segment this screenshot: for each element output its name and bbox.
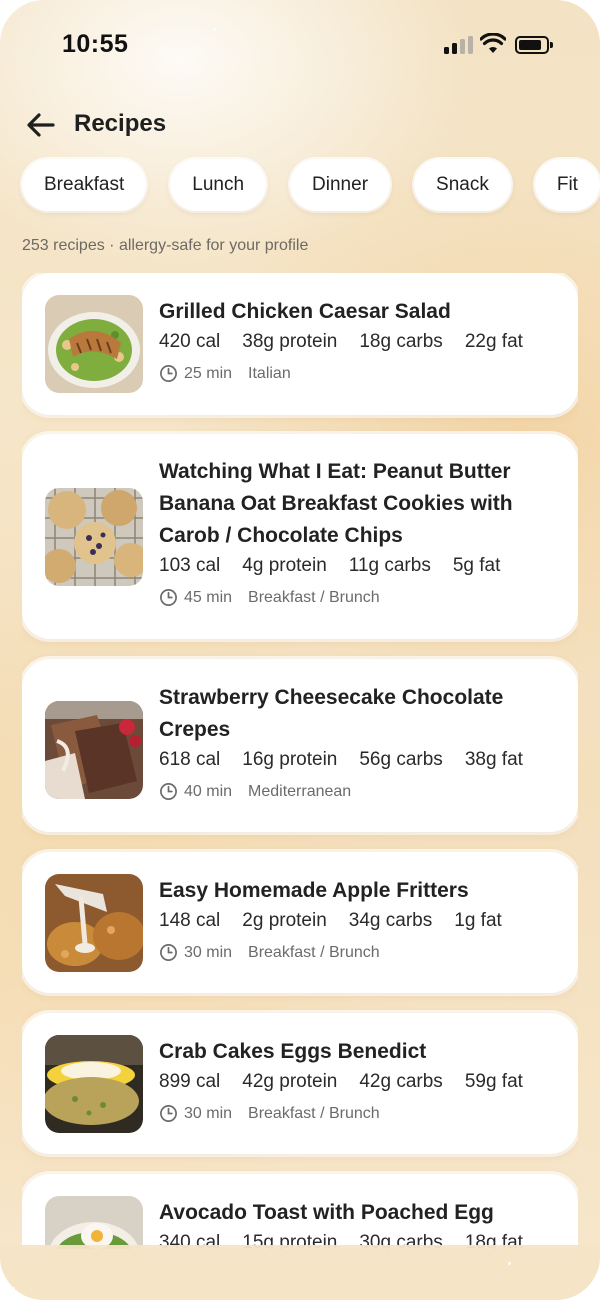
recipe-card[interactable]: Strawberry Cheesecake Chocolate Crepes 6… xyxy=(22,659,578,832)
recipe-cuisine: Breakfast / Brunch xyxy=(248,1104,380,1122)
recipe-protein: 42g protein xyxy=(242,1071,338,1092)
recipe-thumbnail xyxy=(45,701,143,799)
sparkle xyxy=(12,1287,15,1290)
recipe-macros: 899 cal 42g protein 42g carbs 59g fat xyxy=(159,1071,560,1093)
recipe-title: Easy Homemade Apple Fritters xyxy=(159,879,469,902)
recipe-fat: 59g fat xyxy=(464,1071,523,1092)
recipe-thumbnail xyxy=(45,1035,143,1133)
chip-snack[interactable]: Snack xyxy=(414,159,511,211)
recipe-fat: 1g fat xyxy=(454,910,502,931)
chip-fit[interactable]: Fit xyxy=(534,159,600,211)
back-arrow-icon[interactable] xyxy=(24,108,58,142)
recipe-cuisine: Breakfast / Brunch xyxy=(248,588,380,606)
clock-icon xyxy=(160,944,177,961)
recipe-card[interactable]: Watching What I Eat: Peanut Butter Banan… xyxy=(22,434,578,639)
recipe-thumbnail xyxy=(45,295,143,393)
recipe-meta: 45 min Breakfast / Brunch xyxy=(159,588,560,607)
recipe-meta: 25 min Italian xyxy=(159,364,560,383)
bottom-fade xyxy=(0,1245,600,1300)
recipe-calories: 148 cal xyxy=(159,910,221,931)
recipe-macros: 148 cal 2g protein 34g carbs 1g fat xyxy=(159,910,560,932)
status-time: 10:55 xyxy=(62,30,129,58)
recipe-time: 30 min xyxy=(184,1104,233,1122)
clock-icon xyxy=(160,589,177,606)
recipe-card[interactable]: Easy Homemade Apple Fritters 148 cal 2g … xyxy=(22,852,578,993)
recipe-title: Grilled Chicken Caesar Salad xyxy=(159,300,451,323)
recipe-list[interactable]: Grilled Chicken Caesar Salad 420 cal 38g… xyxy=(22,273,578,1249)
phone-screen: 10:55 Recipes Breakfast Lunch Dinner Sna… xyxy=(0,0,600,1300)
recipe-protein: 38g protein xyxy=(242,331,338,352)
cellular-signal-icon xyxy=(444,36,474,54)
recipe-thumbnail xyxy=(45,874,143,972)
recipe-cuisine: Breakfast / Brunch xyxy=(248,943,380,961)
category-chips: Breakfast Lunch Dinner Snack Fit xyxy=(22,159,600,211)
recipe-meta: 30 min Breakfast / Brunch xyxy=(159,943,560,962)
recipe-protein: 4g protein xyxy=(242,555,327,576)
recipe-macros: 618 cal 16g protein 56g carbs 38g fat xyxy=(159,749,560,771)
recipe-carbs: 42g carbs xyxy=(359,1071,443,1092)
chip-dinner[interactable]: Dinner xyxy=(290,159,391,211)
recipe-time: 30 min xyxy=(184,943,233,961)
recipe-calories: 899 cal xyxy=(159,1071,221,1092)
recipe-thumbnail xyxy=(45,1196,143,1249)
recipe-count-subtitle: 253 recipes · allergy-safe for your prof… xyxy=(22,237,309,254)
recipe-carbs: 11g carbs xyxy=(348,555,431,576)
sparkle xyxy=(213,28,216,31)
recipe-time: 25 min xyxy=(184,364,233,382)
recipe-carbs: 56g carbs xyxy=(359,749,443,770)
recipe-calories: 103 cal xyxy=(159,555,221,576)
recipe-fat: 22g fat xyxy=(464,331,523,352)
chip-breakfast[interactable]: Breakfast xyxy=(22,159,147,211)
recipe-title: Avocado Toast with Poached Egg xyxy=(159,1201,494,1224)
recipe-protein: 16g protein xyxy=(242,749,338,770)
recipe-title: Watching What I Eat: Peanut Butter Banan… xyxy=(159,460,513,547)
recipe-carbs: 34g carbs xyxy=(348,910,433,931)
recipe-cuisine: Mediterranean xyxy=(248,782,352,800)
recipe-macros: 420 cal 38g protein 18g carbs 22g fat xyxy=(159,331,560,353)
recipe-fat: 5g fat xyxy=(452,555,501,576)
recipe-card[interactable]: Crab Cakes Eggs Benedict 899 cal 42g pro… xyxy=(22,1013,578,1154)
recipe-card[interactable]: Grilled Chicken Caesar Salad 420 cal 38g… xyxy=(22,273,578,415)
recipe-protein: 2g protein xyxy=(242,910,327,931)
recipe-card[interactable]: Avocado Toast with Poached Egg 340 cal 1… xyxy=(22,1174,578,1249)
clock-icon xyxy=(160,1105,177,1122)
recipe-thumbnail xyxy=(45,488,143,586)
recipe-time: 45 min xyxy=(184,588,233,606)
clock-icon xyxy=(160,783,177,800)
recipe-cuisine: Italian xyxy=(248,364,291,382)
battery-icon xyxy=(515,36,553,54)
wifi-icon xyxy=(480,33,506,53)
recipe-meta: 30 min Breakfast / Brunch xyxy=(159,1104,560,1123)
sparkle xyxy=(508,1262,511,1265)
recipe-meta: 40 min Mediterranean xyxy=(159,782,560,801)
page-title: Recipes xyxy=(74,110,167,137)
status-bar: 10:55 xyxy=(0,0,600,90)
recipe-carbs: 18g carbs xyxy=(359,331,443,352)
recipe-time: 40 min xyxy=(184,782,233,800)
recipe-title: Strawberry Cheesecake Chocolate Crepes xyxy=(159,686,504,741)
recipe-title: Crab Cakes Eggs Benedict xyxy=(159,1040,427,1063)
recipe-fat: 38g fat xyxy=(464,749,523,770)
recipe-calories: 618 cal xyxy=(159,749,221,770)
recipe-macros: 103 cal 4g protein 11g carbs 5g fat xyxy=(159,555,560,577)
chip-lunch[interactable]: Lunch xyxy=(170,159,267,211)
clock-icon xyxy=(160,365,177,382)
recipe-calories: 420 cal xyxy=(159,331,221,352)
